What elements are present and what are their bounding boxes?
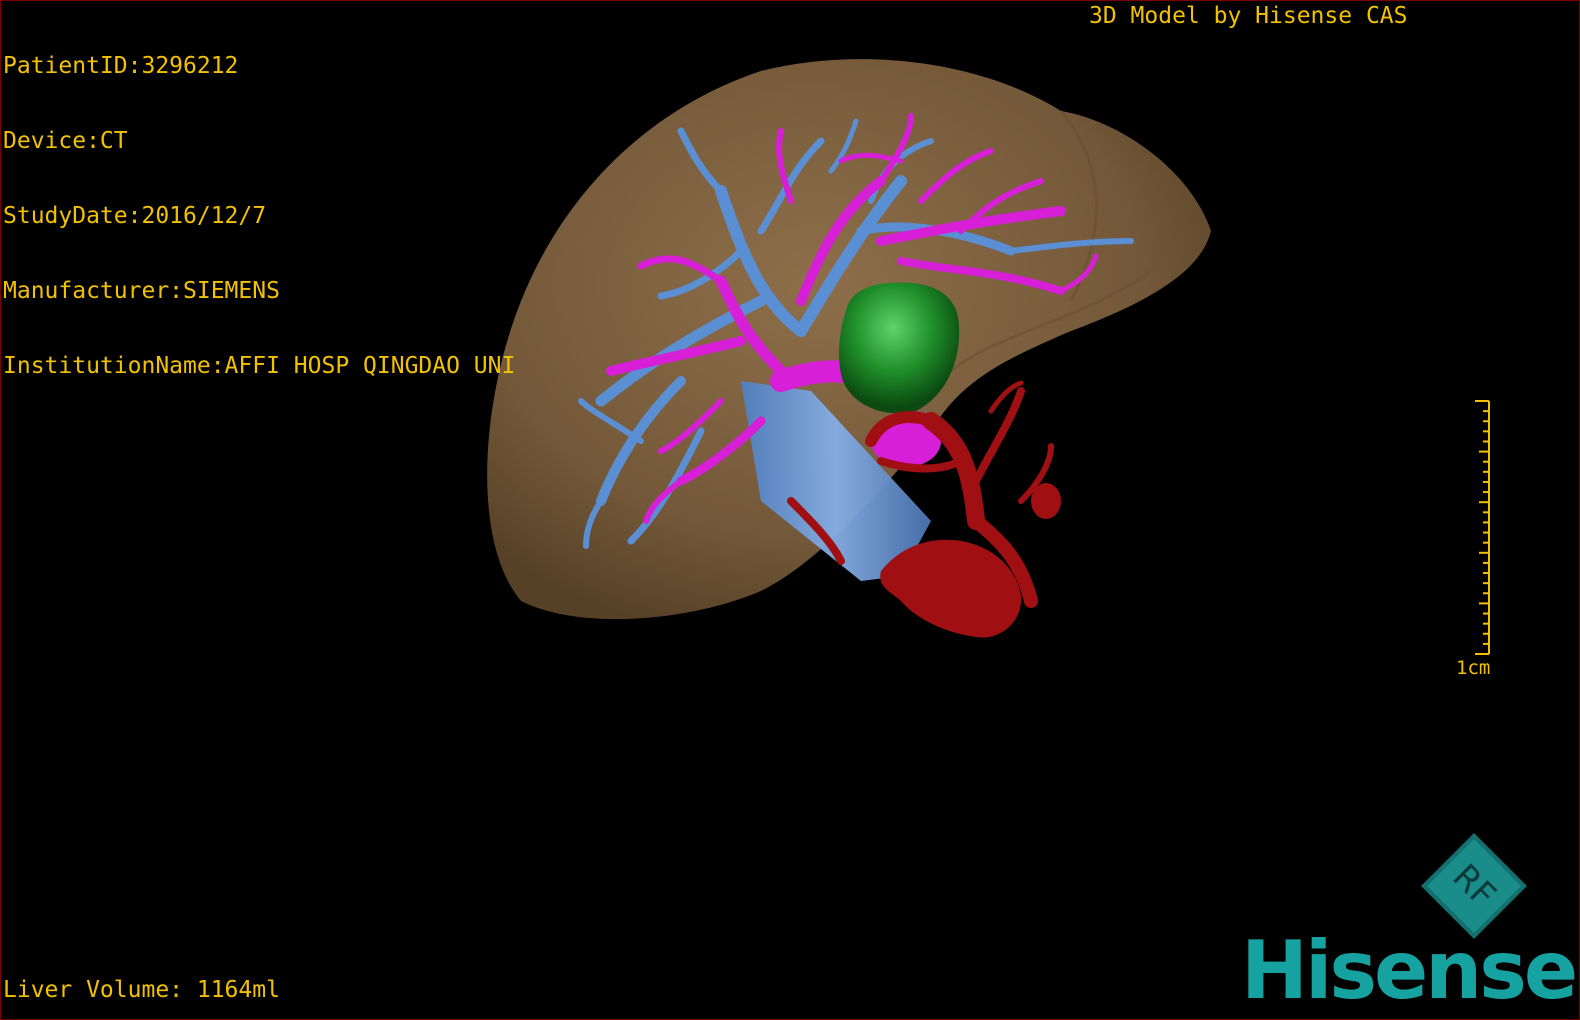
dicom-info-overlay: PatientID:3296212 Device:CT StudyDate:20…	[3, 4, 515, 429]
manufacturer: Manufacturer:SIEMENS	[3, 278, 280, 304]
scale-bar	[1475, 400, 1490, 655]
aorta-branch	[1031, 483, 1061, 519]
aorta	[880, 539, 1022, 638]
hisense-logo: Hisense	[1241, 924, 1578, 1017]
model-credit: 3D Model by Hisense CAS	[1089, 3, 1408, 29]
device: Device:CT	[3, 128, 128, 154]
patient-id: PatientID:3296212	[3, 53, 239, 79]
liver-volume: Liver Volume: 1164ml	[3, 977, 280, 1003]
3d-viewport[interactable]: PatientID:3296212 Device:CT StudyDate:20…	[0, 0, 1580, 1020]
institution-name: InstitutionName:AFFI HOSP QINGDAO UNI	[3, 353, 516, 379]
scale-label: 1cm	[1456, 657, 1491, 679]
study-date: StudyDate:2016/12/7	[3, 203, 267, 229]
